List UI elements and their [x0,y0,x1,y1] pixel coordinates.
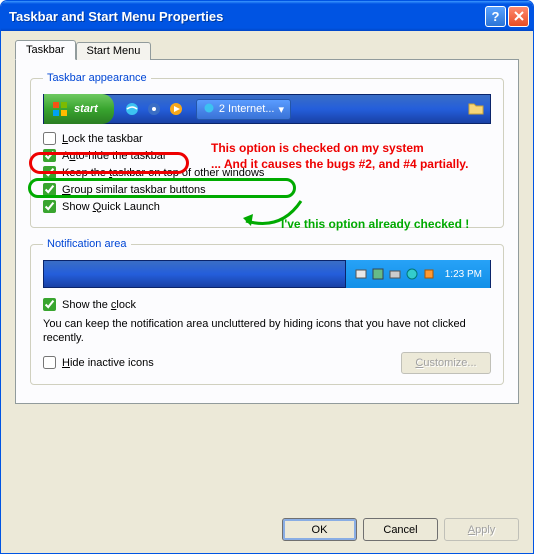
notification-area-legend: Notification area [43,238,131,250]
tray-clock: 1:23 PM [445,269,482,280]
ie-icon [203,102,215,117]
chk-group[interactable]: Group similar taskbar buttons [43,183,491,196]
chk-group-label: Group similar taskbar buttons [62,184,206,196]
tray-icon-4 [405,267,419,281]
tray-icon-5 [422,267,436,281]
chk-quicklaunch[interactable]: Show Quick Launch [43,200,491,213]
chk-quicklaunch-label: Show Quick Launch [62,201,160,213]
chk-hide-inactive[interactable]: Hide inactive icons [43,356,154,369]
chk-quicklaunch-input[interactable] [43,200,56,213]
chk-clock-input[interactable] [43,298,56,311]
tray-icon-3 [388,267,402,281]
cancel-button[interactable]: Cancel [363,518,438,541]
chk-autohide-label: Auto-hide the taskbar [62,150,167,162]
chk-autohide-input[interactable] [43,149,56,162]
quick-launch-preview [124,101,184,117]
wmp-icon [168,101,184,117]
start-button-preview: start [44,94,114,124]
tray-icon-2 [371,267,385,281]
tray-icon-1 [354,267,368,281]
tab-startmenu[interactable]: Start Menu [76,42,152,60]
dialog-buttons: OK Cancel Apply [282,518,519,541]
media-icon [146,101,162,117]
ok-button[interactable]: OK [282,518,357,541]
taskbar-appearance-group: Taskbar appearance start [30,72,504,228]
window-title: Taskbar and Start Menu Properties [9,9,485,24]
taskbar-appearance-legend: Taskbar appearance [43,72,151,84]
titlebar-buttons: ? [485,6,529,27]
help-button[interactable]: ? [485,6,506,27]
notification-area-group: Notification area 1:23 PM Show the clock [30,238,504,385]
chk-clock-label: Show the clock [62,299,136,311]
tray-preview: 1:23 PM [345,260,490,288]
red-annotation-1: This option is checked on my system [211,141,424,155]
chk-hide-input[interactable] [43,356,56,369]
green-annotation: I've this option already checked ! [281,217,469,231]
tab-strip: Taskbar Start Menu [15,40,519,60]
chk-hide-label: Hide inactive icons [62,357,154,369]
chk-show-clock[interactable]: Show the clock [43,298,491,311]
tab-taskbar[interactable]: Taskbar [15,40,76,60]
chk-group-input[interactable] [43,183,56,196]
notification-hint: You can keep the notification area unclu… [43,317,491,346]
titlebar[interactable]: Taskbar and Start Menu Properties ? [1,1,533,31]
start-label: start [74,103,98,115]
task-button-label: 2 Internet... [219,103,275,115]
task-button-preview: 2 Internet... ▾ [196,99,291,120]
chk-lock-label: Lock the taskbar [62,133,143,145]
ie-icon [124,101,140,117]
client-area: Taskbar Start Menu Taskbar appearance st… [1,31,533,454]
taskbar-preview: start 2 Internet... ▾ [43,94,491,124]
chk-lock-input[interactable] [43,132,56,145]
folder-icon [468,101,484,118]
notification-preview: 1:23 PM [43,260,491,288]
chevron-down-icon: ▾ [279,103,285,116]
red-annotation-2: ... And it causes the bugs #2, and #4 pa… [211,157,468,171]
chk-ontop-input[interactable] [43,166,56,179]
windows-flag-icon [52,101,68,117]
close-button[interactable] [508,6,529,27]
apply-button[interactable]: Apply [444,518,519,541]
customize-button[interactable]: Customize... [401,352,491,374]
tab-panel: Taskbar appearance start [15,59,519,404]
dialog-window: Taskbar and Start Menu Properties ? Task… [0,0,534,554]
